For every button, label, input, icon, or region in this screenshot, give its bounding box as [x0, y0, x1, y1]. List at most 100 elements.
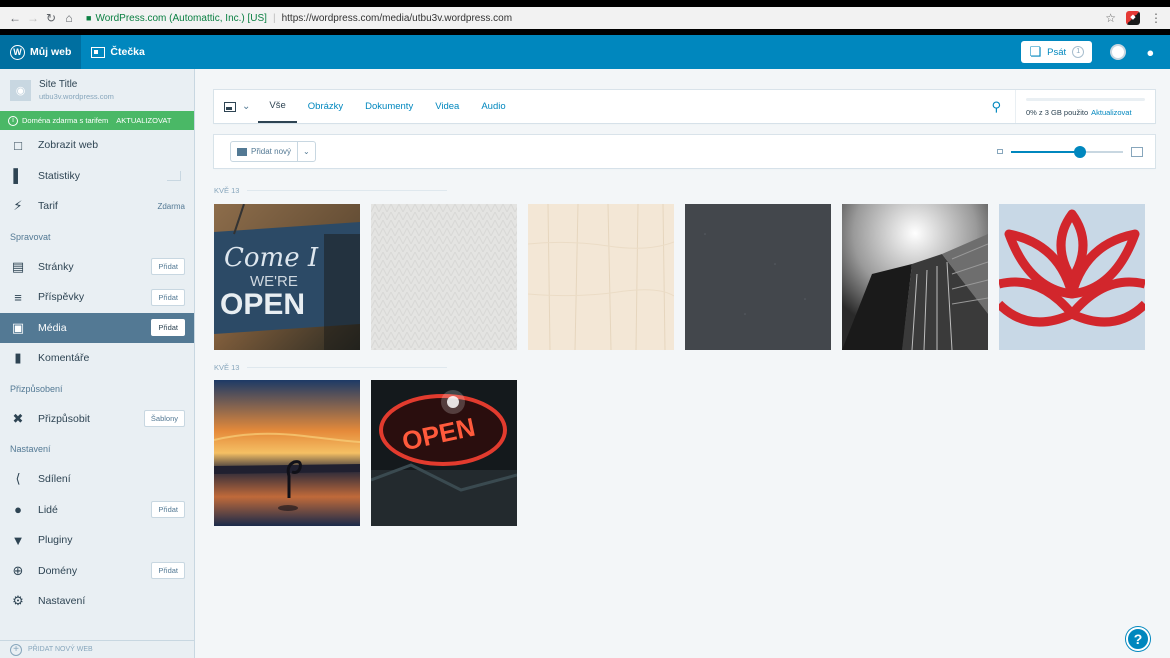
sidebar-item-media[interactable]: ▣ Média Přidat: [0, 312, 194, 343]
my-sites-label: Můj web: [30, 46, 72, 58]
gear-icon: ⚙: [12, 593, 24, 609]
tab-images[interactable]: Obrázky: [297, 90, 354, 123]
extension-icon[interactable]: ◆: [1126, 11, 1140, 25]
share-icon: ⟨: [15, 471, 21, 487]
add-new-media-button[interactable]: Přidat nový ⌄: [230, 141, 316, 162]
sidebar-item-pages[interactable]: ▤ Stránky Přidat: [0, 252, 194, 283]
storage-upgrade-link[interactable]: Aktualizovat: [1091, 108, 1131, 117]
reload-icon[interactable]: ↻: [42, 11, 60, 25]
add-new-label: Přidat nový: [251, 147, 292, 156]
lock-icon: ■: [86, 13, 92, 23]
chevron-down-icon[interactable]: ⌄: [298, 147, 315, 156]
add-domain-button[interactable]: Přidat: [151, 562, 185, 580]
tab-all[interactable]: Vše: [258, 90, 297, 123]
sidebar-item-label: Přizpůsobit: [38, 412, 90, 425]
zoom-control: [997, 145, 1143, 158]
add-site-label: PŘIDAT NOVÝ WEB: [28, 646, 93, 653]
domain-upsell-banner[interactable]: i Doména zdarma s tarifem AKTUALIZOVAT: [0, 111, 194, 130]
sidebar-item-people[interactable]: ● Lidé Přidat: [0, 495, 194, 526]
tab-documents[interactable]: Dokumenty: [354, 90, 424, 123]
sidebar-item-label: Stránky: [38, 260, 74, 273]
zoom-slider-handle[interactable]: [1074, 145, 1087, 158]
plan-icon: ⚡: [13, 198, 23, 214]
secure-label: WordPress.com (Automattic, Inc.) [US]: [95, 12, 267, 24]
add-page-button[interactable]: Přidat: [151, 258, 185, 276]
storage-text: 0% z 3 GB použito Aktualizovat: [1026, 108, 1145, 117]
url-text: https://wordpress.com/media/utbu3v.wordp…: [281, 12, 513, 24]
media-icon: ▣: [11, 319, 25, 335]
sidebar: ◉ Site Title utbu3v.wordpress.com i Domé…: [0, 69, 195, 658]
tab-videos[interactable]: Videa: [424, 90, 470, 123]
search-icon[interactable]: ⚲: [977, 99, 1015, 115]
media-item-sunset-flamingo[interactable]: [214, 380, 360, 526]
date-label: KVĚ 13: [214, 186, 240, 195]
browser-chrome: ← → ↻ ⌂ ■ WordPress.com (Automattic, Inc…: [0, 0, 1170, 35]
site-globe-icon: ◉: [10, 79, 31, 101]
sidebar-item-plan[interactable]: ⚡ Tarif Zdarma: [0, 191, 194, 222]
customize-icon: ✖: [12, 410, 24, 426]
media-type-dropdown[interactable]: ⌄: [214, 90, 258, 123]
media-filter-bar: ⌄ Vše Obrázky Dokumenty Videa Audio ⚲ 0%…: [214, 90, 1155, 123]
my-sites-button[interactable]: W Můj web: [0, 35, 82, 69]
site-title: Site Title: [39, 79, 78, 90]
notifications-bell-icon[interactable]: ●: [1143, 44, 1157, 61]
add-media-button[interactable]: Přidat: [151, 319, 185, 337]
add-new-main[interactable]: Přidat nový: [231, 142, 299, 161]
help-button[interactable]: ?: [1126, 627, 1150, 651]
add-new-site-button[interactable]: + PŘIDAT NOVÝ WEB: [0, 640, 194, 658]
reader-label: Čtečka: [110, 46, 145, 58]
people-icon: ●: [14, 502, 22, 518]
media-item-neon-open-sign[interactable]: OPEN: [371, 380, 517, 526]
info-icon: i: [8, 115, 18, 126]
home-icon[interactable]: ⌂: [60, 11, 78, 25]
stats-sparkline: [167, 170, 181, 181]
add-post-button[interactable]: Přidat: [151, 288, 185, 306]
user-avatar[interactable]: [1110, 44, 1127, 60]
media-item-come-in-open-sign[interactable]: Come I WE'RE OPEN: [214, 204, 360, 350]
masterbar: W Můj web Čtečka ❏ Psát 1 ●: [0, 35, 1170, 69]
themes-button[interactable]: Šablony: [143, 410, 185, 428]
comments-icon: ▮: [14, 350, 22, 366]
monitor-icon: □: [14, 137, 22, 153]
media-date-header: KVĚ 13: [214, 363, 1155, 372]
zoom-slider[interactable]: [1011, 145, 1123, 158]
sidebar-item-label: Zobrazit web: [38, 139, 99, 152]
sidebar-item-view-site[interactable]: □ Zobrazit web: [0, 130, 194, 161]
sidebar-item-comments[interactable]: ▮ Komentáře: [0, 343, 194, 374]
sidebar-item-label: Statistiky: [38, 169, 81, 182]
add-image-icon: [237, 147, 247, 156]
browser-menu-icon[interactable]: ⋮: [1150, 11, 1162, 25]
zoom-slider-fill: [1011, 150, 1081, 153]
add-people-button[interactable]: Přidat: [151, 501, 185, 519]
storage-bar: [1026, 98, 1145, 101]
media-item-white-texture[interactable]: [371, 204, 517, 350]
sidebar-item-posts[interactable]: ≡ Příspěvky Přidat: [0, 282, 194, 313]
bookmark-star-icon[interactable]: ☆: [1105, 11, 1116, 25]
sidebar-item-stats[interactable]: ▌ Statistiky: [0, 161, 194, 192]
section-heading-manage: Spravovat: [10, 231, 51, 242]
sidebar-item-plugins[interactable]: ▼ Pluginy: [0, 525, 194, 556]
sidebar-item-label: Nastavení: [38, 595, 86, 608]
sidebar-item-sharing[interactable]: ⟨ Sdílení: [0, 464, 194, 495]
tab-audio[interactable]: Audio: [470, 90, 516, 123]
current-site[interactable]: ◉ Site Title utbu3v.wordpress.com: [0, 69, 194, 111]
plan-name: Zdarma: [157, 201, 185, 211]
large-thumbnail-icon: [1131, 146, 1143, 157]
media-item-dark-grey-texture[interactable]: [685, 204, 831, 350]
back-icon[interactable]: ←: [6, 11, 24, 25]
stats-icon: ▌: [13, 168, 23, 184]
address-bar[interactable]: ■ WordPress.com (Automattic, Inc.) [US] …: [86, 7, 512, 29]
forward-icon[interactable]: →: [24, 11, 42, 25]
reader-button[interactable]: Čtečka: [81, 35, 154, 69]
sidebar-item-customize[interactable]: ✖ Přizpůsobit Šablony: [0, 404, 194, 435]
write-button[interactable]: ❏ Psát 1: [1021, 41, 1093, 63]
sidebar-item-domains[interactable]: ⊕ Domény Přidat: [0, 556, 194, 587]
sidebar-item-settings[interactable]: ⚙ Nastavení: [0, 586, 194, 617]
media-item-cream-wood-texture[interactable]: [528, 204, 674, 350]
section-heading-settings: Nastavení: [10, 444, 51, 454]
address-separator: |: [272, 12, 276, 24]
media-item-skyscraper-bw[interactable]: [842, 204, 988, 350]
date-label: KVĚ 13: [214, 363, 240, 372]
media-item-red-lotus-logo[interactable]: [999, 204, 1145, 350]
wordpress-logo-icon: W: [10, 44, 25, 60]
